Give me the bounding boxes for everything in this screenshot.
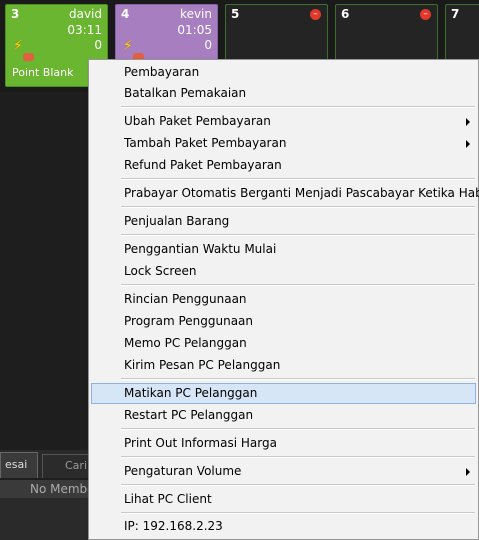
menu-separator <box>121 206 475 208</box>
stop-icon: – <box>310 9 321 20</box>
bolt-icon: ⚡ <box>13 38 23 54</box>
menu-item-rincian-penggunaan[interactable]: Rincian Penggunaan <box>91 289 476 310</box>
pc-game: Point Blank <box>12 66 74 79</box>
menu-separator <box>121 456 475 458</box>
menu-item-kirim-pesan[interactable]: Kirim Pesan PC Pelanggan <box>91 355 476 376</box>
tab-selesai[interactable]: esai <box>0 452 38 478</box>
car-icon <box>23 53 34 61</box>
pc-count: 0 <box>94 38 102 52</box>
menu-item-label: Ubah Paket Pembayaran <box>124 114 271 128</box>
bolt-icon: ⚡ <box>123 38 133 54</box>
menu-item-pengaturan-volume[interactable]: Pengaturan Volume <box>91 461 476 482</box>
pc-number: 4 <box>121 7 130 21</box>
menu-separator <box>121 378 475 380</box>
pc-number: 5 <box>231 7 240 21</box>
pc-user: kevin <box>180 7 212 21</box>
menu-separator <box>121 284 475 286</box>
pc-number: 6 <box>341 7 350 21</box>
member-status: No Membe <box>0 480 92 498</box>
menu-item-label: Pengaturan Volume <box>124 464 242 478</box>
pc-user: david <box>68 7 102 21</box>
submenu-arrow-icon <box>466 140 470 148</box>
menu-item-refund-paket[interactable]: Refund Paket Pembayaran <box>91 155 476 176</box>
menu-item-label: Tambah Paket Pembayaran <box>124 136 287 150</box>
pc-time: 03:11 <box>67 23 102 37</box>
menu-separator <box>121 106 475 108</box>
menu-item-ubah-paket[interactable]: Ubah Paket Pembayaran <box>91 111 476 132</box>
menu-item-penggantian-waktu[interactable]: Penggantian Waktu Mulai <box>91 239 476 260</box>
menu-item-print-informasi-harga[interactable]: Print Out Informasi Harga <box>91 433 476 454</box>
menu-item-lock-screen[interactable]: Lock Screen <box>91 261 476 282</box>
menu-item-restart-pc[interactable]: Restart PC Pelanggan <box>91 405 476 426</box>
menu-item-matikan-pc[interactable]: Matikan PC Pelanggan <box>91 383 476 404</box>
menu-item-batalkan-pemakaian[interactable]: Batalkan Pemakaian <box>91 83 476 104</box>
menu-item-memo-pc[interactable]: Memo PC Pelanggan <box>91 333 476 354</box>
menu-separator <box>121 484 475 486</box>
lower-panel <box>0 498 92 540</box>
tab-cari[interactable]: Cari <box>42 454 92 478</box>
submenu-arrow-icon <box>466 468 470 476</box>
pc-time: 01:05 <box>177 23 212 37</box>
menu-item-program-penggunaan[interactable]: Program Penggunaan <box>91 311 476 332</box>
menu-item-pembayaran[interactable]: Pembayaran <box>91 62 476 83</box>
menu-separator <box>121 234 475 236</box>
menu-item-ip-address: IP: 192.168.2.23 <box>124 519 223 533</box>
menu-separator <box>121 178 475 180</box>
pc-number: 7 <box>451 7 460 21</box>
menu-item-tambah-paket[interactable]: Tambah Paket Pembayaran <box>91 133 476 154</box>
menu-item-penjualan-barang[interactable]: Penjualan Barang <box>91 211 476 232</box>
submenu-arrow-icon <box>466 118 470 126</box>
pc-number: 3 <box>11 7 20 21</box>
stop-icon: – <box>420 9 431 20</box>
menu-separator <box>121 428 475 430</box>
context-menu: Pembayaran Batalkan Pemakaian Ubah Paket… <box>88 59 479 540</box>
menu-item-prabayar-otomatis[interactable]: Prabayar Otomatis Berganti Menjadi Pasca… <box>91 183 479 204</box>
menu-item-lihat-pc-client[interactable]: Lihat PC Client <box>91 489 476 510</box>
menu-separator <box>121 512 475 514</box>
pc-count: 0 <box>204 38 212 52</box>
